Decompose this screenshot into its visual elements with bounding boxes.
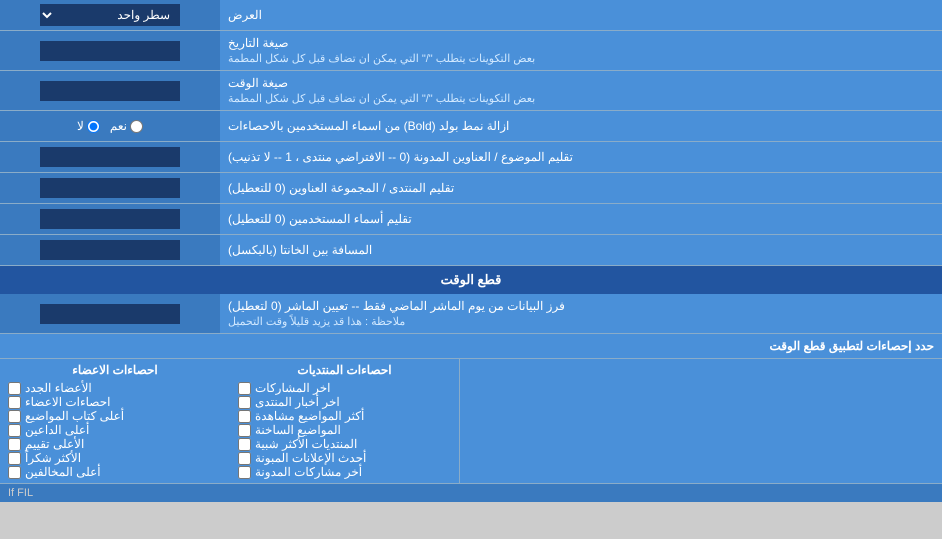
cb13[interactable]	[8, 452, 21, 465]
footer: If FIL	[0, 483, 942, 502]
cb2[interactable]	[238, 396, 251, 409]
cb3[interactable]	[238, 410, 251, 423]
main-container: العرض سطر واحد صيغة التاريخ بعض التكوينا…	[0, 0, 942, 502]
cb14[interactable]	[8, 466, 21, 479]
time-format-input-cell: H:i	[0, 71, 220, 110]
checkboxes-label-area	[460, 359, 942, 483]
time-format-label: صيغة الوقت بعض التكوينات يتطلب "/" التي …	[220, 71, 942, 110]
cb7-item: أخر مشاركات المدونة	[238, 465, 451, 479]
stats-apply-row: حدد إحصاءات لتطبيق قطع الوقت	[0, 334, 942, 359]
time-format-input[interactable]: H:i	[40, 81, 180, 101]
cb1-item: اخر المشاركات	[238, 381, 451, 395]
column-gap-label: المسافة بين الخانتا (بالبكسل)	[220, 235, 942, 265]
cb10[interactable]	[8, 410, 21, 423]
date-format-input[interactable]: d-m	[40, 41, 180, 61]
display-select-cell: سطر واحد	[0, 0, 220, 30]
cb4[interactable]	[238, 424, 251, 437]
realtime-filter-row: فرز البيانات من يوم الماشر الماضي فقط --…	[0, 294, 942, 334]
forums-order-input-cell: 33	[0, 173, 220, 203]
users-trim-label: تقليم أسماء المستخدمين (0 للتعطيل)	[220, 204, 942, 234]
realtime-section-header: قطع الوقت	[0, 266, 942, 294]
realtime-filter-input-cell: 0	[0, 294, 220, 333]
topics-order-input-cell: 33	[0, 142, 220, 172]
display-label: العرض	[220, 0, 942, 30]
footer-text: If FIL	[8, 487, 33, 499]
topics-order-input[interactable]: 33	[40, 147, 180, 167]
cb12[interactable]	[8, 438, 21, 451]
checkboxes-col2: احصاءات الاعضاء الأعضاء الجدد احصاءات ال…	[0, 359, 230, 483]
bold-remove-label: ازالة نمط بولد (Bold) من اسماء المستخدمي…	[220, 111, 942, 141]
cb11[interactable]	[8, 424, 21, 437]
cb8[interactable]	[8, 382, 21, 395]
time-format-row: صيغة الوقت بعض التكوينات يتطلب "/" التي …	[0, 71, 942, 111]
bold-remove-row: ازالة نمط بولد (Bold) من اسماء المستخدمي…	[0, 111, 942, 142]
date-format-input-cell: d-m	[0, 31, 220, 70]
topics-order-label: تقليم الموضوع / العناوين المدونة (0 -- ا…	[220, 142, 942, 172]
date-format-label: صيغة التاريخ بعض التكوينات يتطلب "/" الت…	[220, 31, 942, 70]
users-trim-input-cell: 0	[0, 204, 220, 234]
date-format-row: صيغة التاريخ بعض التكوينات يتطلب "/" الت…	[0, 31, 942, 71]
cb5[interactable]	[238, 438, 251, 451]
stats-apply-label: حدد إحصاءات لتطبيق قطع الوقت	[0, 334, 942, 358]
display-select[interactable]: سطر واحد	[40, 4, 180, 26]
checkboxes-col1: احصاءات المنتديات اخر المشاركات اخر أخبا…	[230, 359, 460, 483]
bold-yes-label: نعم	[110, 119, 143, 133]
cb13-item: الأكثر شكراً	[8, 451, 222, 465]
cb5-item: المنتديات الأكثر شبية	[238, 437, 451, 451]
column-gap-input-cell: 2	[0, 235, 220, 265]
cb9[interactable]	[8, 396, 21, 409]
col1-header: احصاءات المنتديات	[238, 363, 451, 377]
bold-yes-radio[interactable]	[130, 120, 143, 133]
users-trim-row: تقليم أسماء المستخدمين (0 للتعطيل) 0	[0, 204, 942, 235]
realtime-filter-label: فرز البيانات من يوم الماشر الماضي فقط --…	[220, 294, 942, 333]
cb9-item: احصاءات الاعضاء	[8, 395, 222, 409]
cb6-item: أحدث الإعلانات المبونة	[238, 451, 451, 465]
topics-order-row: تقليم الموضوع / العناوين المدونة (0 -- ا…	[0, 142, 942, 173]
checkboxes-section: احصاءات المنتديات اخر المشاركات اخر أخبا…	[0, 359, 942, 483]
cb8-item: الأعضاء الجدد	[8, 381, 222, 395]
realtime-filter-input[interactable]: 0	[40, 304, 180, 324]
cb1[interactable]	[238, 382, 251, 395]
cb7[interactable]	[238, 466, 251, 479]
forums-order-row: تقليم المنتدى / المجموعة العناوين (0 للت…	[0, 173, 942, 204]
users-trim-input[interactable]: 0	[40, 209, 180, 229]
forums-order-input[interactable]: 33	[40, 178, 180, 198]
column-gap-row: المسافة بين الخانتا (بالبكسل) 2	[0, 235, 942, 266]
forums-order-label: تقليم المنتدى / المجموعة العناوين (0 للت…	[220, 173, 942, 203]
cb14-item: أعلى المخالفين	[8, 465, 222, 479]
column-gap-input[interactable]: 2	[40, 240, 180, 260]
cb11-item: أعلى الداعين	[8, 423, 222, 437]
cb2-item: اخر أخبار المنتدى	[238, 395, 451, 409]
bold-no-label: لا	[77, 119, 100, 133]
cb4-item: المواضيع الساخنة	[238, 423, 451, 437]
display-row: العرض سطر واحد	[0, 0, 942, 31]
cb6[interactable]	[238, 452, 251, 465]
col2-header: احصاءات الاعضاء	[8, 363, 222, 377]
cb12-item: الأعلى تقييم	[8, 437, 222, 451]
cb10-item: أعلى كتاب المواضيع	[8, 409, 222, 423]
cb3-item: أكثر المواضيع مشاهدة	[238, 409, 451, 423]
bold-no-radio[interactable]	[87, 120, 100, 133]
bold-remove-radio-cell: نعم لا	[0, 111, 220, 141]
